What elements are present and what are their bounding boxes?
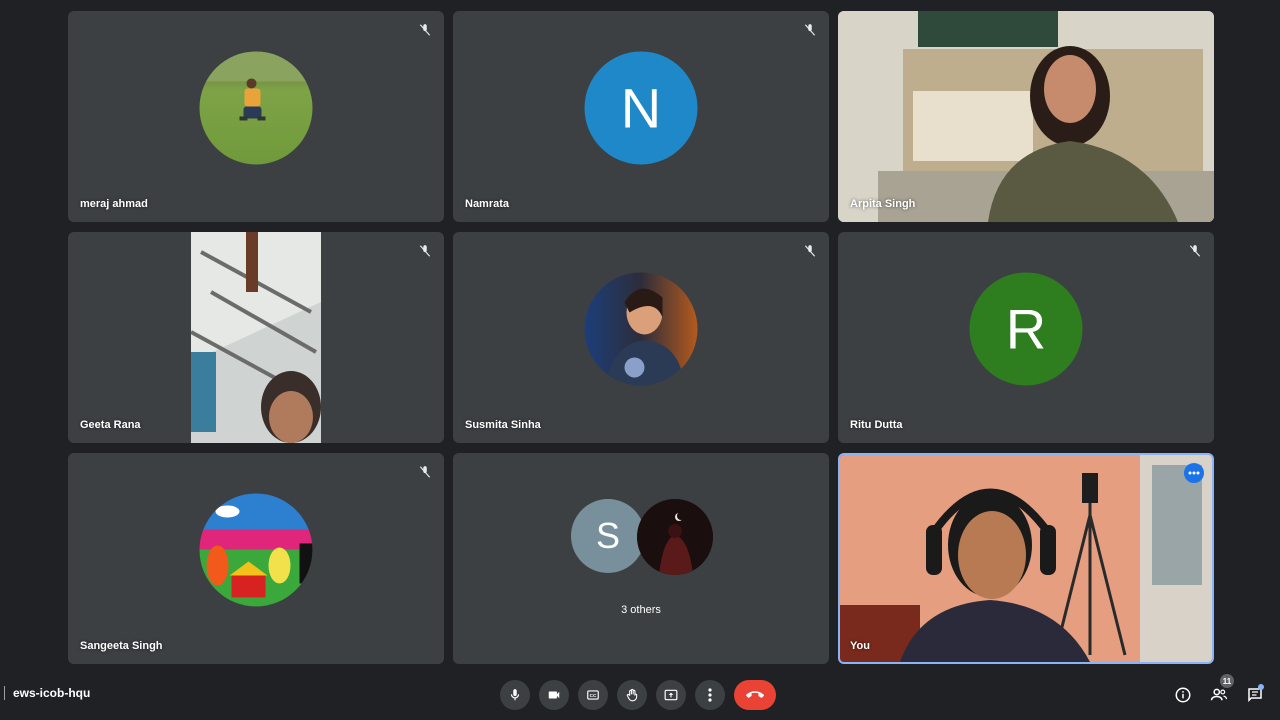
participant-name: Susmita Sinha [465,419,541,431]
participant-tile-arpita[interactable]: Arpita Singh [838,11,1214,222]
participant-name: Geeta Rana [80,419,141,431]
raise-hand-button[interactable] [617,680,647,710]
tile-more-options-button[interactable] [1184,463,1204,483]
video-feed [191,232,321,443]
video-feed [840,455,1212,662]
avatar-initial: R [969,271,1083,385]
participant-tile-susmita[interactable]: Susmita Sinha [453,232,829,443]
end-call-button[interactable] [734,680,776,710]
call-end-icon [746,691,764,698]
participant-tile-ritu[interactable]: R Ritu Dutta [838,232,1214,443]
mic-off-icon [419,24,431,36]
participant-name: meraj ahmad [80,198,148,210]
more-options-button[interactable] [695,680,725,710]
participant-tile-meraj[interactable]: meraj ahmad [68,11,444,222]
videocam-icon [548,691,560,699]
hand-icon [626,688,638,702]
participant-tile-namrata[interactable]: N Namrata [453,11,829,222]
more-vert-icon [708,688,712,702]
participant-tile-you[interactable]: You [838,453,1214,664]
mic-button[interactable] [500,680,530,710]
meeting-details-button[interactable] [1172,684,1194,706]
others-tile[interactable]: S 3 others [453,453,829,664]
more-horiz-icon [1188,471,1200,475]
avatar-photo [199,50,313,164]
present-screen-button[interactable] [656,680,686,710]
info-icon [1175,687,1191,703]
mic-off-icon [804,24,816,36]
mic-off-icon [1189,245,1201,257]
others-avatar-photo [637,499,713,575]
chat-notification-dot [1258,684,1264,690]
mic-off-icon [419,466,431,478]
present-to-all-icon [664,689,678,701]
mic-off-icon [419,245,431,257]
participant-tile-sangeeta[interactable]: Sangeeta Singh [68,453,444,664]
svg-text:CC: CC [590,693,597,698]
camera-button[interactable] [539,680,569,710]
people-count-badge: 11 [1220,674,1234,688]
mic-off-icon [804,245,816,257]
video-feed [838,11,1214,222]
others-avatar-initial: S [571,499,645,573]
people-icon [1210,688,1228,701]
captions-button[interactable]: CC [578,680,608,710]
participant-name: Sangeeta Singh [80,640,163,652]
participant-tile-geeta[interactable]: Geeta Rana [68,232,444,443]
others-label: 3 others [621,604,661,616]
closed-caption-icon: CC [587,690,599,700]
participant-name: Arpita Singh [850,198,916,210]
avatar-photo [584,271,698,385]
participant-name: Namrata [465,198,510,210]
participant-name: Ritu Dutta [850,419,903,431]
participant-name: You [850,640,870,652]
mic-icon [510,689,520,701]
avatar-initial: N [584,50,698,164]
avatar-drawing [199,492,313,606]
meeting-code: ews-icob-hqu [4,686,90,700]
